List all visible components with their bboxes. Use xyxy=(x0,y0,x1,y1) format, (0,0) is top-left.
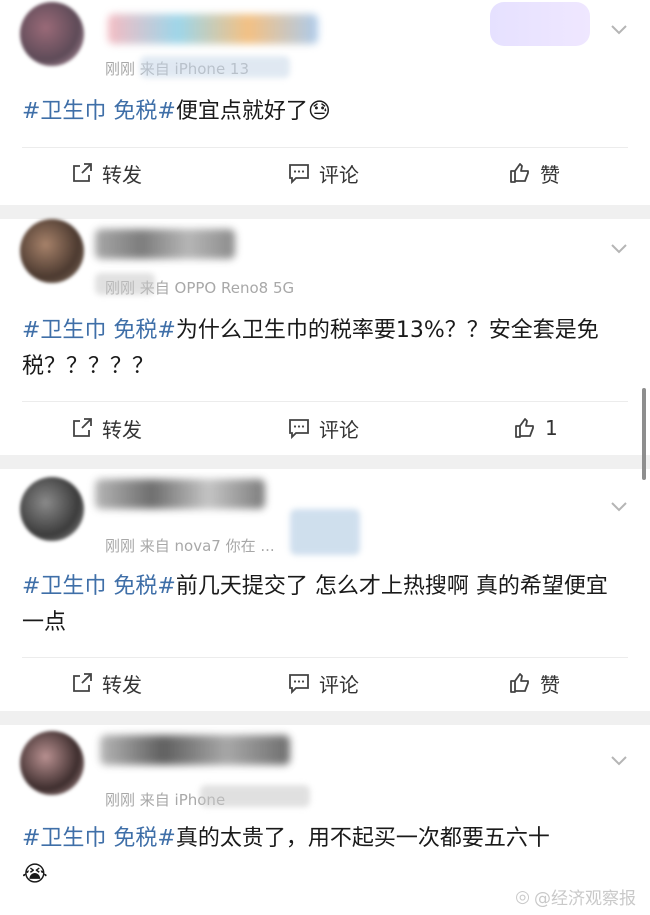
comment-icon xyxy=(289,419,309,440)
meta-redaction xyxy=(140,56,290,78)
avatar[interactable] xyxy=(20,477,84,541)
action-bar: 转发 评论 赞 xyxy=(0,663,650,703)
repost-label: 转发 xyxy=(102,417,142,442)
thumbs-up-icon xyxy=(515,418,534,438)
chevron-down-icon[interactable] xyxy=(610,501,628,513)
like-count: 1 xyxy=(545,416,558,440)
meta-redaction xyxy=(200,785,310,807)
share-icon xyxy=(73,163,92,182)
chevron-down-icon[interactable] xyxy=(610,755,628,767)
thumbs-up-icon xyxy=(510,673,529,693)
like-count: 赞 xyxy=(540,672,560,697)
post-text: #卫生巾 免税#为什么卫生巾的税率要13%？？安全套是免税？？？？？ xyxy=(22,313,622,385)
weibo-logo-icon: ◎ xyxy=(515,886,530,907)
topic-link[interactable]: #卫生巾 免税# xyxy=(22,826,176,851)
post-text: #卫生巾 免税#真的太贵了，用不起买一次都要五六十 😭 xyxy=(22,821,622,893)
divider xyxy=(22,657,628,658)
repost-button[interactable]: 转发 xyxy=(70,408,142,448)
watermark-text: @经济观察报 xyxy=(534,889,636,909)
divider xyxy=(22,147,628,148)
avatar[interactable] xyxy=(20,219,84,283)
chevron-down-icon[interactable] xyxy=(610,24,628,36)
topic-link[interactable]: #卫生巾 免税# xyxy=(22,574,176,599)
comment-label: 评论 xyxy=(319,162,359,187)
comment-feed: 刚刚 来自 iPhone 13 #卫生巾 免税#便宜点就好了😓 转发 评论 赞 xyxy=(0,0,650,915)
action-bar: 转发 评论 赞 xyxy=(0,153,650,193)
comment-button[interactable]: 评论 xyxy=(287,663,359,703)
post-1: 刚刚 来自 iPhone 13 #卫生巾 免税#便宜点就好了😓 转发 评论 赞 xyxy=(0,0,650,205)
repost-button[interactable]: 转发 xyxy=(70,153,142,193)
post-3: 刚刚 来自 nova7 你在 ... #卫生巾 免税#前几天提交了 怎么才上热搜… xyxy=(0,469,650,711)
username-redacted[interactable] xyxy=(108,14,318,44)
action-bar: 转发 评论 1 xyxy=(0,408,650,448)
emoji: 😓 xyxy=(307,99,331,124)
separator xyxy=(0,711,650,725)
emoji: 😭 xyxy=(22,862,48,887)
comment-button[interactable]: 评论 xyxy=(287,408,359,448)
separator xyxy=(0,455,650,469)
like-button[interactable]: 1 xyxy=(513,408,558,448)
share-icon xyxy=(73,418,92,437)
comment-icon xyxy=(289,674,309,695)
repost-label: 转发 xyxy=(102,162,142,187)
comment-icon xyxy=(289,164,309,185)
post-meta: 刚刚 来自 nova7 你在 ... xyxy=(105,537,275,555)
username-redacted[interactable] xyxy=(100,735,290,765)
post-2: 刚刚 来自 OPPO Reno8 5G #卫生巾 免税#为什么卫生巾的税率要13… xyxy=(0,219,650,455)
comment-label: 评论 xyxy=(319,417,359,442)
post-text: #卫生巾 免税#前几天提交了 怎么才上热搜啊 真的希望便宜一点 xyxy=(22,569,622,641)
avatar[interactable] xyxy=(20,2,84,66)
topic-link[interactable]: #卫生巾 免税# xyxy=(22,99,176,124)
like-button[interactable]: 赞 xyxy=(508,153,560,193)
avatar[interactable] xyxy=(20,731,84,795)
post-content: 便宜点就好了 xyxy=(175,99,308,124)
chevron-down-icon[interactable] xyxy=(610,243,628,255)
comment-button[interactable]: 评论 xyxy=(287,153,359,193)
post-content: 真的太贵了，用不起买一次都要五六十 xyxy=(175,826,550,851)
like-count: 赞 xyxy=(540,162,560,187)
comment-label: 评论 xyxy=(319,672,359,697)
topic-link[interactable]: #卫生巾 免税# xyxy=(22,318,176,343)
repost-button[interactable]: 转发 xyxy=(70,663,142,703)
username-redacted[interactable] xyxy=(95,479,265,509)
decoration-sticker xyxy=(490,2,590,46)
meta-redaction xyxy=(290,509,360,555)
separator xyxy=(0,205,650,219)
username-redacted[interactable] xyxy=(95,229,235,259)
repost-label: 转发 xyxy=(102,672,142,697)
scrollbar[interactable] xyxy=(642,388,646,480)
watermark: ◎ @经济观察报 xyxy=(515,884,636,910)
like-button[interactable]: 赞 xyxy=(508,663,560,703)
divider xyxy=(22,401,628,402)
thumbs-up-icon xyxy=(510,163,529,183)
post-text: #卫生巾 免税#便宜点就好了😓 xyxy=(22,94,622,130)
meta-redaction xyxy=(95,273,155,295)
share-icon xyxy=(73,673,92,692)
